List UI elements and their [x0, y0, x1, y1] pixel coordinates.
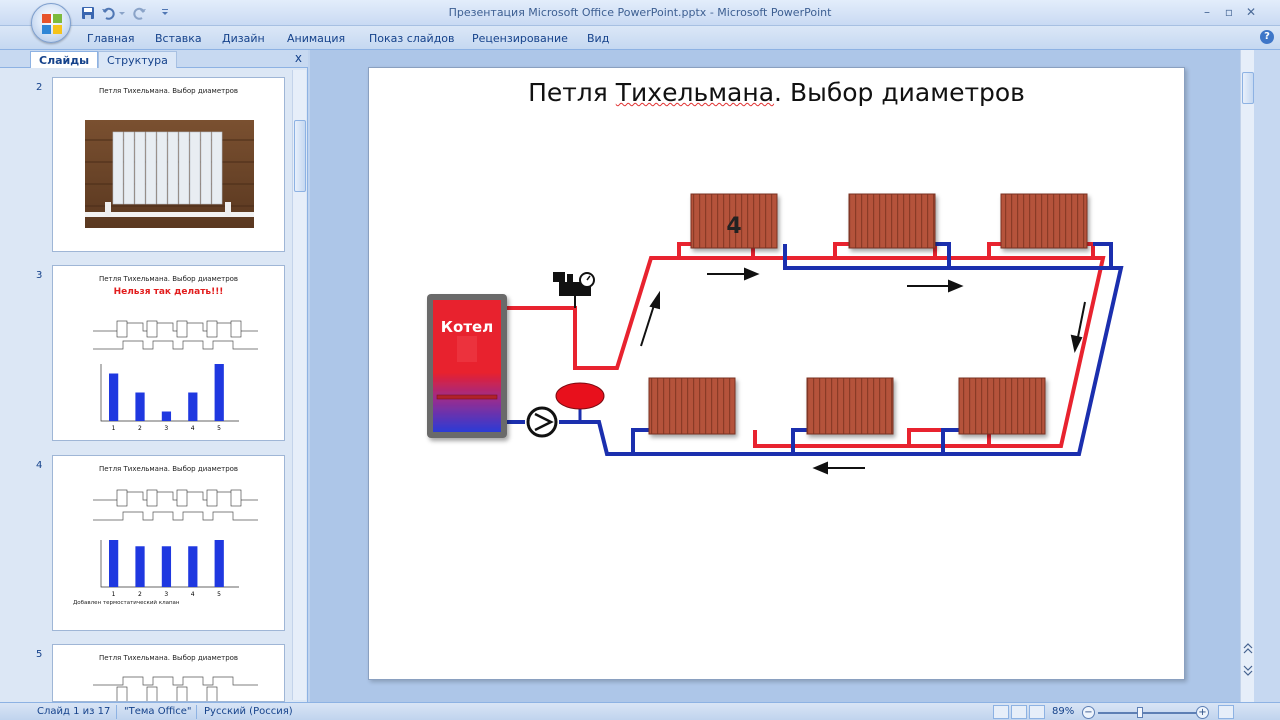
slide-number: 5 [36, 649, 43, 660]
minimize-button[interactable]: – [1196, 3, 1218, 21]
scrollbar-thumb[interactable] [1242, 72, 1254, 104]
radiator-photo [85, 120, 254, 228]
status-bar: Слайд 1 из 17 "Тема Office" Русский (Рос… [0, 702, 1280, 720]
office-logo-icon [42, 14, 62, 34]
normal-view-icon[interactable] [993, 705, 1009, 719]
mini-chart-label: 2 [138, 425, 142, 432]
thumbnail-warning: Нельзя так делать!!! [113, 287, 224, 297]
office-button[interactable] [31, 3, 71, 43]
thumbnail-scheme [93, 489, 258, 521]
zoom-slider[interactable] [1098, 712, 1196, 714]
zoom-in-icon[interactable]: + [1196, 706, 1209, 719]
tab-design[interactable]: Дизайн [222, 32, 265, 45]
help-icon[interactable]: ? [1260, 30, 1274, 44]
mini-chart-bar [135, 392, 145, 421]
slide-sorter-icon[interactable] [1011, 705, 1027, 719]
tab-home[interactable]: Главная [87, 32, 135, 45]
radiator[interactable] [1000, 193, 1088, 249]
current-slide[interactable]: Петля Тихельмана. Выбор диаметров Котел … [368, 67, 1185, 680]
maximize-button[interactable]: ▫ [1218, 3, 1240, 21]
mini-chart-bar [214, 364, 224, 421]
mini-chart-bar [161, 411, 172, 421]
slide-scrollbar[interactable] [1240, 50, 1254, 702]
slide-thumbnail-2[interactable]: Петля Тихельмана. Выбор диаметров [52, 77, 285, 252]
tab-review[interactable]: Рецензирование [472, 32, 568, 45]
radiator-label: 4 [726, 214, 741, 239]
status-separator [196, 705, 197, 719]
ribbon-tabs: Главная Вставка Дизайн Анимация Показ сл… [0, 26, 1280, 50]
panel-tabs: Слайды Структура x [0, 50, 308, 68]
fit-to-window-icon[interactable] [1218, 705, 1234, 719]
close-button[interactable]: ✕ [1240, 3, 1262, 21]
mini-chart-bar [161, 546, 172, 587]
slide-thumbnail-3[interactable]: Петля Тихельмана. Выбор диаметров Нельзя… [52, 265, 285, 441]
safety-group-icon[interactable] [553, 272, 595, 308]
status-separator [116, 705, 117, 719]
thumbnail-title: Петля Тихельмана. Выбор диаметров [98, 87, 239, 95]
tab-slide-show[interactable]: Показ слайдов [369, 32, 455, 45]
mini-chart-svg: 1 2 3 4 5 [100, 364, 239, 432]
mini-chart-label: 3 [164, 425, 168, 432]
zoom-out-icon[interactable]: − [1082, 706, 1095, 719]
thumbnail-title: Петля Тихельмана. Выбор диаметров [98, 275, 239, 283]
mini-chart-label: 5 [217, 425, 221, 432]
mini-chart-label: 5 [217, 591, 221, 598]
boiler[interactable] [427, 294, 507, 438]
radiator[interactable] [848, 193, 936, 249]
tab-insert[interactable]: Вставка [155, 32, 202, 45]
mini-chart-bar [214, 540, 224, 587]
thumbnail-scrollbar[interactable] [292, 70, 306, 700]
slide-show-icon[interactable] [1029, 705, 1045, 719]
mini-chart-bar [109, 373, 119, 421]
slide-counter: Слайд 1 из 17 [37, 706, 111, 717]
tab-outline[interactable]: Структура [98, 51, 177, 68]
scrollbar-thumb[interactable] [294, 120, 306, 192]
window-edge [1254, 50, 1280, 702]
mini-chart-label: 3 [164, 591, 168, 598]
mini-chart-label: 4 [191, 425, 195, 432]
thumbnail-title: Петля Тихельмана. Выбор диаметров [98, 465, 239, 473]
radiator[interactable] [806, 377, 894, 435]
tab-animation[interactable]: Анимация [287, 32, 345, 45]
mini-chart-bar [135, 546, 145, 587]
zoom-level[interactable]: 89% [1052, 706, 1074, 717]
title-bar: Презентация Microsoft Office PowerPoint.… [0, 0, 1280, 26]
theme-name[interactable]: "Тема Office" [124, 706, 192, 717]
thumbnail-bar-chart: 1 2 3 4 5 [93, 358, 243, 433]
prev-next-slide-icons[interactable] [1242, 642, 1254, 682]
language-indicator[interactable]: Русский (Россия) [204, 706, 293, 717]
mini-chart-label: 1 [112, 591, 116, 598]
slide-number: 4 [36, 460, 43, 471]
slide-thumbnail-5[interactable]: Петля Тихельмана. Выбор диаметров [52, 644, 285, 702]
mini-chart-bar [188, 546, 198, 587]
radiator[interactable] [648, 377, 736, 435]
mini-chart-label: 1 [112, 425, 116, 432]
mini-chart-label: 4 [191, 591, 195, 598]
zoom-slider-knob[interactable] [1137, 707, 1143, 718]
pump-icon[interactable] [526, 406, 558, 438]
mini-chart-svg: 1 2 3 4 5 [100, 540, 239, 598]
radiator[interactable] [958, 377, 1046, 435]
mini-chart-bar [109, 540, 119, 587]
thumbnail-bar-chart: 1 2 3 4 5 [93, 534, 243, 599]
slide-number: 2 [36, 82, 43, 93]
heating-loop-diagram[interactable]: Котел 4 [369, 68, 1186, 681]
boiler-label: Котел [441, 318, 493, 336]
tab-view[interactable]: Вид [587, 32, 609, 45]
thumbnail-scheme [93, 320, 258, 350]
window-title: Презентация Microsoft Office PowerPoint.… [448, 6, 832, 19]
thumbnail-title: Петля Тихельмана. Выбор диаметров [98, 654, 239, 662]
slide-number: 3 [36, 270, 43, 281]
tab-slides[interactable]: Слайды [30, 51, 99, 68]
thumbnail-caption: Добавлен термостатический клапан [73, 600, 180, 606]
slides-panel: Слайды Структура x 2 Петля Тихельмана. В… [0, 50, 308, 702]
expansion-tank-icon[interactable] [555, 382, 605, 422]
flow-arrows [640, 267, 1086, 475]
slide-thumbnail-4[interactable]: Петля Тихельмана. Выбор диаметров 12345 … [52, 455, 285, 631]
panel-close-icon[interactable]: x [295, 51, 302, 65]
thumbnail-scheme [93, 676, 258, 701]
mini-chart-bar [188, 392, 198, 421]
mini-chart-label: 2 [138, 591, 142, 598]
